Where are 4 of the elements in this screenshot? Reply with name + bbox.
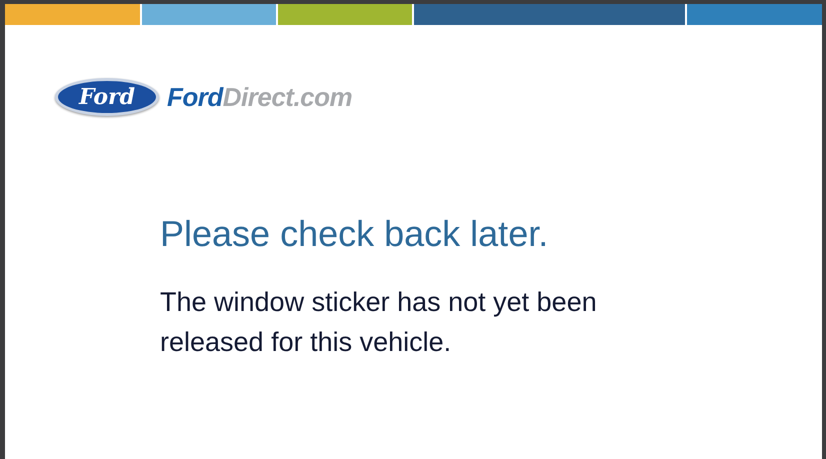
message: The window sticker has not yet been released for this vehicle. bbox=[160, 286, 598, 359]
brand-wordmark: FordDirect.com bbox=[167, 84, 352, 110]
logo-emblem: Ford bbox=[55, 78, 159, 116]
heading: Please check back later. bbox=[160, 212, 550, 256]
